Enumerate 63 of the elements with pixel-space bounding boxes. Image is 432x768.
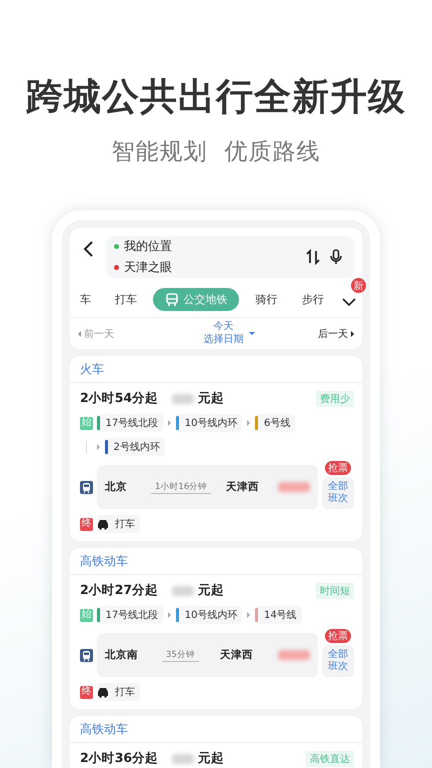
origin-field[interactable]: 我的位置 — [124, 238, 172, 255]
end-marker: 终 — [80, 518, 93, 530]
price-suffix: 元起 — [198, 582, 224, 599]
subway-line-chip: 14号线 — [255, 606, 302, 624]
all-trains-link[interactable]: 全部班次 — [322, 477, 354, 509]
station-name: 北京 — [105, 480, 127, 494]
car-icon — [97, 686, 109, 698]
next-day-button[interactable]: 后一天 — [318, 326, 354, 340]
swap-icon[interactable] — [306, 249, 320, 265]
route-card[interactable]: 高铁动车 2小时27分起 元起 时间短 始 17号线北段 10号线内环 14号线 北京南 35分钟 天津西 抢票 全部班次 终 打车 — [70, 548, 362, 709]
station-name: 天津西 — [220, 648, 253, 662]
car-icon — [97, 518, 109, 530]
route-card[interactable]: 火车 2小时54分起 元起 费用少 始 17号线北段 10号线内环 6号线 2号线内环 北京 1小时16分钟 天津西 抢票 全部班次 终 打车 — [70, 356, 362, 541]
all-trains-link[interactable]: 全部班次 — [322, 645, 354, 677]
duration-text: 2小时36分起 — [80, 750, 158, 767]
duration-text: 2小时27分起 — [80, 582, 158, 599]
subway-line-chip: 10号线内环 — [176, 606, 242, 624]
price-suffix: 元起 — [198, 390, 224, 407]
subway-line-chip: 2号线内环 — [105, 438, 165, 456]
subway-line-chip: 17号线北段 — [97, 414, 164, 432]
travel-time: 1小时16分钟 — [151, 480, 212, 494]
end-marker: 终 — [80, 686, 93, 698]
station-name: 北京南 — [105, 648, 138, 662]
station-name: 天津西 — [226, 480, 260, 494]
price-suffix: 元起 — [198, 750, 224, 767]
start-marker: 始 — [80, 416, 93, 430]
mode-tab[interactable]: 步行 — [294, 288, 332, 311]
route-card[interactable]: 高铁动车 2小时36分起 元起 高铁直达 — [70, 716, 362, 768]
route-tag: 时间短 — [316, 582, 354, 598]
subway-line-chip: 17号线北段 — [97, 606, 164, 624]
blurred-price — [278, 650, 310, 660]
date-picker-button[interactable]: 今天 选择日期 — [204, 321, 254, 346]
grab-ticket-badge: 抢票 — [325, 461, 351, 475]
grab-ticket-badge: 抢票 — [325, 629, 351, 643]
headline: 跨城公共出行全新升级 — [26, 74, 406, 120]
route-tag: 高铁直达 — [306, 750, 354, 766]
new-badge: 新 — [350, 278, 366, 293]
mode-tab[interactable]: 车 — [72, 288, 99, 311]
route-tag: 费用少 — [316, 390, 354, 406]
section-title: 火车 — [70, 356, 362, 383]
chevron-down-icon[interactable] — [342, 298, 356, 307]
blurred-price — [172, 586, 194, 596]
blurred-price — [172, 394, 194, 404]
section-title: 高铁动车 — [70, 716, 362, 743]
mode-tab[interactable]: 打车 — [107, 288, 146, 311]
back-icon[interactable] — [82, 240, 94, 258]
duration-text: 2小时54分起 — [80, 390, 158, 407]
train-icon — [80, 648, 93, 662]
subway-line-chip: 10号线内环 — [176, 414, 242, 432]
start-marker: 始 — [80, 608, 93, 622]
travel-time: 35分钟 — [162, 648, 199, 662]
bus-icon — [165, 292, 180, 306]
mode-tab[interactable]: 骑行 — [248, 288, 286, 311]
blurred-price — [172, 754, 194, 764]
train-icon — [80, 480, 93, 494]
blurred-price — [278, 482, 310, 492]
microphone-icon[interactable] — [330, 249, 342, 265]
subheadline: 智能规划 优质路线 — [112, 138, 320, 167]
taxi-chip: 打车 — [97, 683, 140, 701]
subway-line-chip: 6号线 — [255, 414, 296, 432]
taxi-chip: 打车 — [97, 515, 140, 533]
destination-field[interactable]: 天津之眼 — [124, 259, 172, 276]
section-title: 高铁动车 — [70, 548, 362, 575]
